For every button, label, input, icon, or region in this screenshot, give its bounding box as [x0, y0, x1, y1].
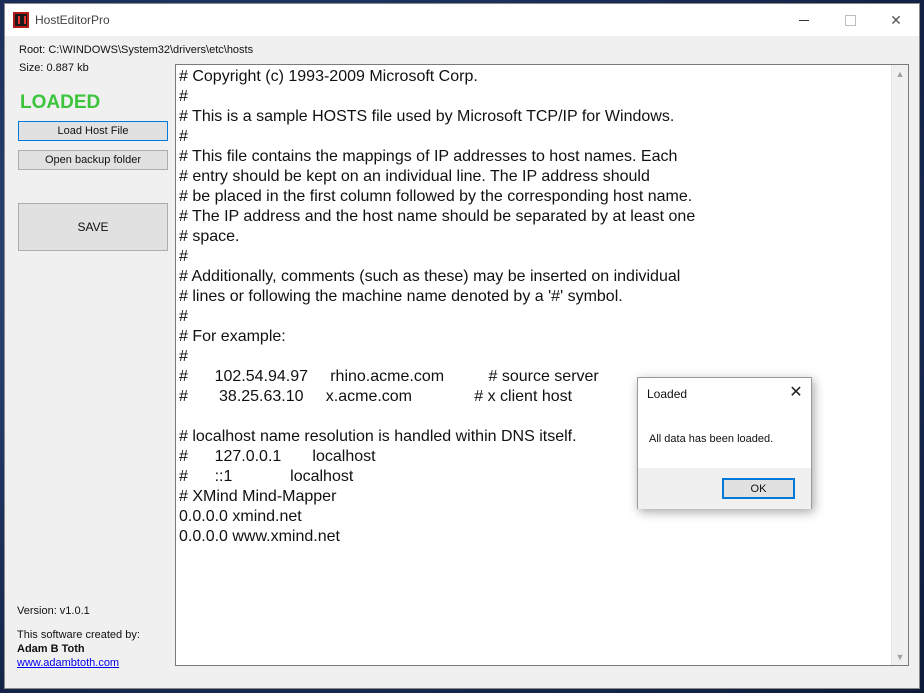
root-path-label: Root: C:\WINDOWS\System32\drivers\etc\ho… — [19, 44, 254, 56]
hosts-editor-textarea[interactable]: # Copyright (c) 1993-2009 Microsoft Corp… — [175, 64, 909, 666]
open-backup-folder-button[interactable]: Open backup folder — [18, 150, 168, 170]
app-logo-icon — [13, 12, 29, 28]
title-bar: HostEditorPro ✕ — [5, 4, 919, 36]
load-host-file-button[interactable]: Load Host File — [18, 121, 168, 141]
author-name: Adam B Toth — [17, 643, 85, 655]
ok-button[interactable]: OK — [722, 478, 795, 499]
minimize-button[interactable] — [781, 4, 827, 36]
file-size-label: Size: 0.887 kb — [19, 62, 89, 74]
maximize-button[interactable] — [827, 4, 873, 36]
website-link[interactable]: www.adambtoth.com — [17, 657, 119, 669]
loaded-dialog: Loaded ✕ All data has been loaded. OK — [637, 377, 812, 509]
window-title: HostEditorPro — [35, 13, 110, 27]
scroll-up-icon[interactable]: ▲ — [892, 65, 908, 82]
dialog-footer: OK — [638, 468, 811, 509]
save-button[interactable]: SAVE — [18, 203, 168, 251]
hosts-file-content[interactable]: # Copyright (c) 1993-2009 Microsoft Corp… — [179, 67, 695, 547]
status-label: LOADED — [20, 92, 101, 113]
scroll-down-icon[interactable]: ▼ — [892, 648, 908, 665]
dialog-close-icon[interactable]: ✕ — [786, 382, 806, 402]
dialog-message: All data has been loaded. — [649, 433, 774, 445]
minimize-icon — [799, 19, 809, 21]
vertical-scrollbar[interactable]: ▲ ▼ — [891, 65, 908, 665]
app-window: HostEditorPro ✕ Root: C:\WINDOWS\System3… — [4, 3, 920, 689]
close-icon: ✕ — [890, 11, 902, 28]
dialog-title: Loaded — [647, 387, 688, 401]
version-label: Version: v1.0.1 — [17, 605, 90, 617]
close-button[interactable]: ✕ — [873, 4, 919, 36]
created-by-label: This software created by: — [17, 629, 140, 641]
maximize-icon — [844, 14, 856, 26]
